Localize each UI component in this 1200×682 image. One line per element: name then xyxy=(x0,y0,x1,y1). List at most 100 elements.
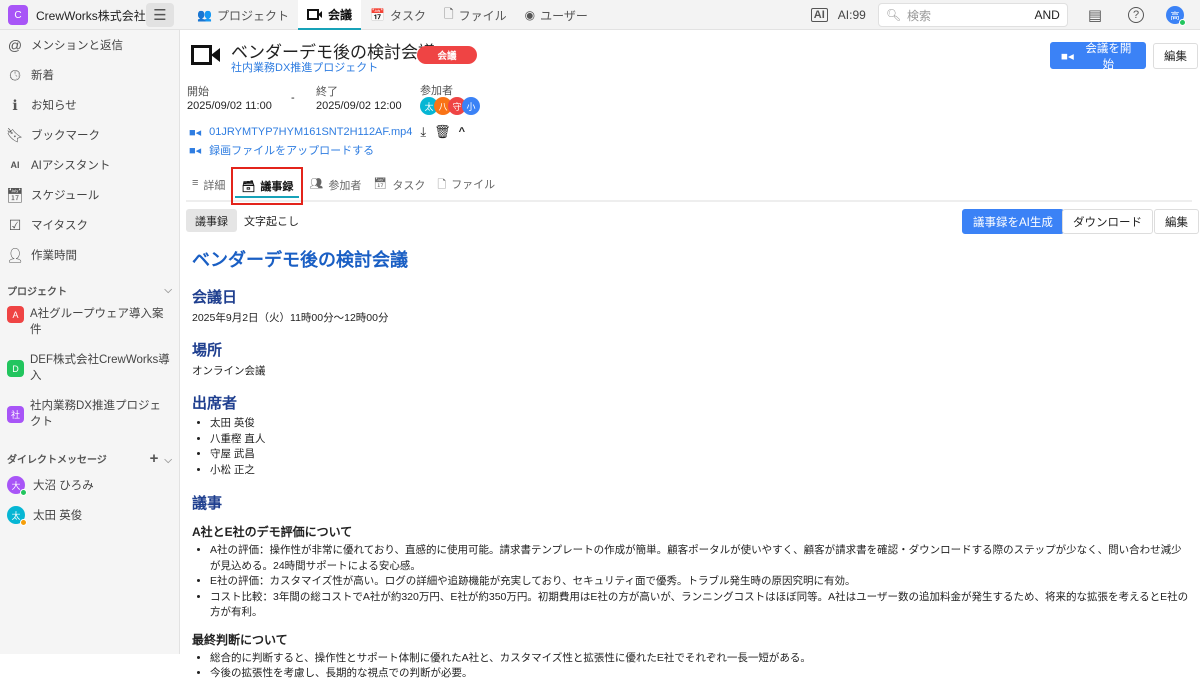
tab-label: 議事録 xyxy=(260,181,294,193)
tab-details[interactable]: ≡ 詳細 xyxy=(186,177,231,193)
nav-files[interactable]: 🗋 ファイル xyxy=(435,0,516,30)
chevron-down-icon[interactable]: ⌵ xyxy=(164,455,172,466)
attendee: 小松 正之 xyxy=(210,463,1192,479)
section-title: ダイレクトメッセージ xyxy=(7,454,107,466)
project-item[interactable]: A A社グループウェア導入案件 xyxy=(0,302,179,342)
dm-header: ダイレクトメッセージ + ⌵ xyxy=(0,446,179,470)
task-icon: ☑ xyxy=(8,216,22,233)
participants-label: 参加者 xyxy=(420,85,453,97)
trash-icon[interactable]: 🗑︎ xyxy=(434,124,451,140)
sidebar-item-notices[interactable]: ℹ お知らせ xyxy=(0,90,179,120)
nav-projects[interactable]: 👥 プロジェクト xyxy=(188,0,298,30)
tab-tasks[interactable]: 📅︎ タスク xyxy=(367,177,431,193)
sidebar-item-mytasks[interactable]: ☑ マイタスク xyxy=(0,210,179,240)
tab-label: 詳細 xyxy=(203,180,226,192)
ai-generate-button[interactable]: 議事録をAI生成 xyxy=(962,209,1064,234)
edit-meeting-button[interactable]: 編集 xyxy=(1153,43,1198,69)
chevron-down-icon[interactable]: ⌵ xyxy=(164,285,172,296)
nav-users[interactable]: ◉ ユーザー xyxy=(516,0,597,30)
projects-header[interactable]: プロジェクト ⌵ xyxy=(0,278,179,302)
sidebar: @ メンションと返信 🕓︎ 新着 ℹ お知らせ 🔖︎ ブックマーク AI AIアシスタント… xyxy=(0,30,180,654)
clock-icon: 🕓︎ xyxy=(9,66,21,83)
sidebar-item-new[interactable]: 🕓︎ 新着 xyxy=(0,60,179,90)
menu-toggle-button[interactable]: ☰ xyxy=(146,3,174,27)
download-button[interactable]: ダウンロード xyxy=(1062,209,1153,234)
start-time: 2025/09/02 11:00 xyxy=(187,100,272,112)
tab-files[interactable]: 🗋 ファイル xyxy=(431,176,501,195)
tab-participants[interactable]: 👥︎ 参加者 xyxy=(303,177,367,193)
nav-meetings[interactable]: 会議 xyxy=(297,0,361,30)
avatar-initial: 太 xyxy=(11,510,21,521)
start-meeting-button[interactable]: ■◂ 会議を開始 xyxy=(1050,42,1146,71)
archive-icon: 🗃︎ xyxy=(241,180,256,193)
plus-icon[interactable]: + xyxy=(150,450,159,467)
tab-label: タスク xyxy=(392,180,426,192)
search-mode-toggle[interactable]: AND xyxy=(1034,8,1059,22)
dm-avatar: 大 xyxy=(7,476,27,496)
ai-icon: AI xyxy=(10,160,20,170)
download-icon[interactable]: ⤓ xyxy=(420,124,426,140)
chat-icon[interactable]: ▤ xyxy=(1088,6,1102,24)
sidebar-item-ai[interactable]: AI AIアシスタント xyxy=(0,150,179,180)
minutes-title: ベンダーデモ後の検討会議 xyxy=(192,250,408,270)
calendar-check-icon: 📅 xyxy=(369,8,385,22)
dm-name: 太田 英俊 xyxy=(33,510,83,522)
search-placeholder: 検索 xyxy=(907,8,932,23)
at-icon: @ xyxy=(7,37,23,53)
section-heading: 出席者 xyxy=(192,395,238,412)
agenda-item: E社の評価：カスタマイズ性が高い。ログの詳細や追跡機能が充実しており、セキュリテ… xyxy=(210,574,1192,590)
attendee-list: 太田 英俊 八重樫 直人 守屋 武昌 小松 正之 xyxy=(210,416,1192,478)
chevron-up-icon[interactable]: ^ xyxy=(459,126,465,138)
project-label: DEF株式会社CrewWorks導入 xyxy=(30,354,170,382)
video-file-link[interactable]: 01JRYMTYP7HYM161SNT2H112AF.mp4 xyxy=(209,126,412,138)
main-nav: 👥 プロジェクト 会議 📅 タスク 🗋 ファイル ◉ ユーザー xyxy=(188,0,597,30)
sidebar-label: 新着 xyxy=(31,70,54,82)
section-heading: 会議日 xyxy=(192,289,238,306)
project-label: 社内業務DX推進プロジェクト xyxy=(30,400,161,428)
edit-minutes-button[interactable]: 編集 xyxy=(1154,209,1199,234)
project-item[interactable]: 社社内業務DX推進プロジェクト xyxy=(0,394,179,434)
agenda-item: A社の評価：操作性が非常に優れており、直感的に使用可能。請求書テンプレートの作成… xyxy=(210,543,1192,574)
status-dot xyxy=(20,489,27,496)
sidebar-item-worktime[interactable]: 👤︎ 作業時間 xyxy=(0,240,179,270)
sidebar-label: ブックマーク xyxy=(31,130,100,142)
tab-bar: ≡ 詳細 🗃︎ 議事録 👥︎ 参加者 📅︎ タスク 🗋 ファイル xyxy=(186,167,1192,205)
workspace-logo: C xyxy=(8,5,28,25)
dm-item[interactable]: 大 大沼 ひろみ xyxy=(0,470,179,500)
sidebar-label: お知らせ xyxy=(31,100,77,112)
sidebar-item-schedule[interactable]: 📅︎ スケジュール xyxy=(0,180,179,210)
project-item[interactable]: D DEF株式会社CrewWorks導入 xyxy=(0,348,179,388)
dm-item[interactable]: 太 太田 英俊 xyxy=(0,500,179,530)
subtab-minutes[interactable]: 議事録 xyxy=(186,209,237,232)
people-icon: 👥 xyxy=(197,8,212,22)
section-heading: 場所 xyxy=(192,342,223,359)
nav-tasks[interactable]: 📅 タスク xyxy=(361,0,435,30)
end-time: 2025/09/02 12:00 xyxy=(316,100,402,112)
sidebar-item-bookmarks[interactable]: 🔖︎ ブックマーク xyxy=(0,120,179,150)
user-avatar[interactable]: 高 xyxy=(1166,6,1186,26)
nav-label: タスク xyxy=(389,8,426,23)
nav-label: ユーザー xyxy=(540,8,588,23)
company-name: CrewWorks株式会社 xyxy=(36,8,146,23)
section-title: プロジェクト xyxy=(7,286,67,298)
active-tab-indicator xyxy=(235,196,300,198)
section-heading: 議事 xyxy=(192,495,223,512)
project-badge: 社 xyxy=(7,406,24,423)
attendee: 八重樫 直人 xyxy=(210,432,1192,448)
video-file-icon: ■◂ xyxy=(189,126,202,139)
sidebar-label: 作業時間 xyxy=(31,250,77,262)
workspace-switcher[interactable]: C CrewWorks株式会社 xyxy=(8,5,146,25)
upload-recording-link[interactable]: 録画ファイルをアップロードする xyxy=(209,142,374,158)
sidebar-item-mentions[interactable]: @ メンションと返信 xyxy=(0,30,179,60)
start-label: 開始 xyxy=(187,86,209,98)
help-icon[interactable]: ? xyxy=(1128,7,1144,23)
separator: - xyxy=(291,92,295,104)
subsection-heading: A社とE社のデモ評価について xyxy=(192,525,353,539)
tab-minutes[interactable]: 🗃︎ 議事録 xyxy=(231,167,304,205)
top-bar: C CrewWorks株式会社 ☰ 👥 プロジェクト 会議 📅 タスク 🗋 ファイル … xyxy=(0,0,1200,30)
subtab-transcript[interactable]: 文字起こし xyxy=(244,209,299,232)
project-link[interactable]: 社内業務DX推進プロジェクト xyxy=(231,59,378,75)
participant-avatars[interactable]: 太 八 守 小 xyxy=(420,97,480,115)
search-input[interactable]: 🔍︎ 検索 AND xyxy=(877,3,1068,27)
ai-icon[interactable]: AI xyxy=(810,8,828,22)
